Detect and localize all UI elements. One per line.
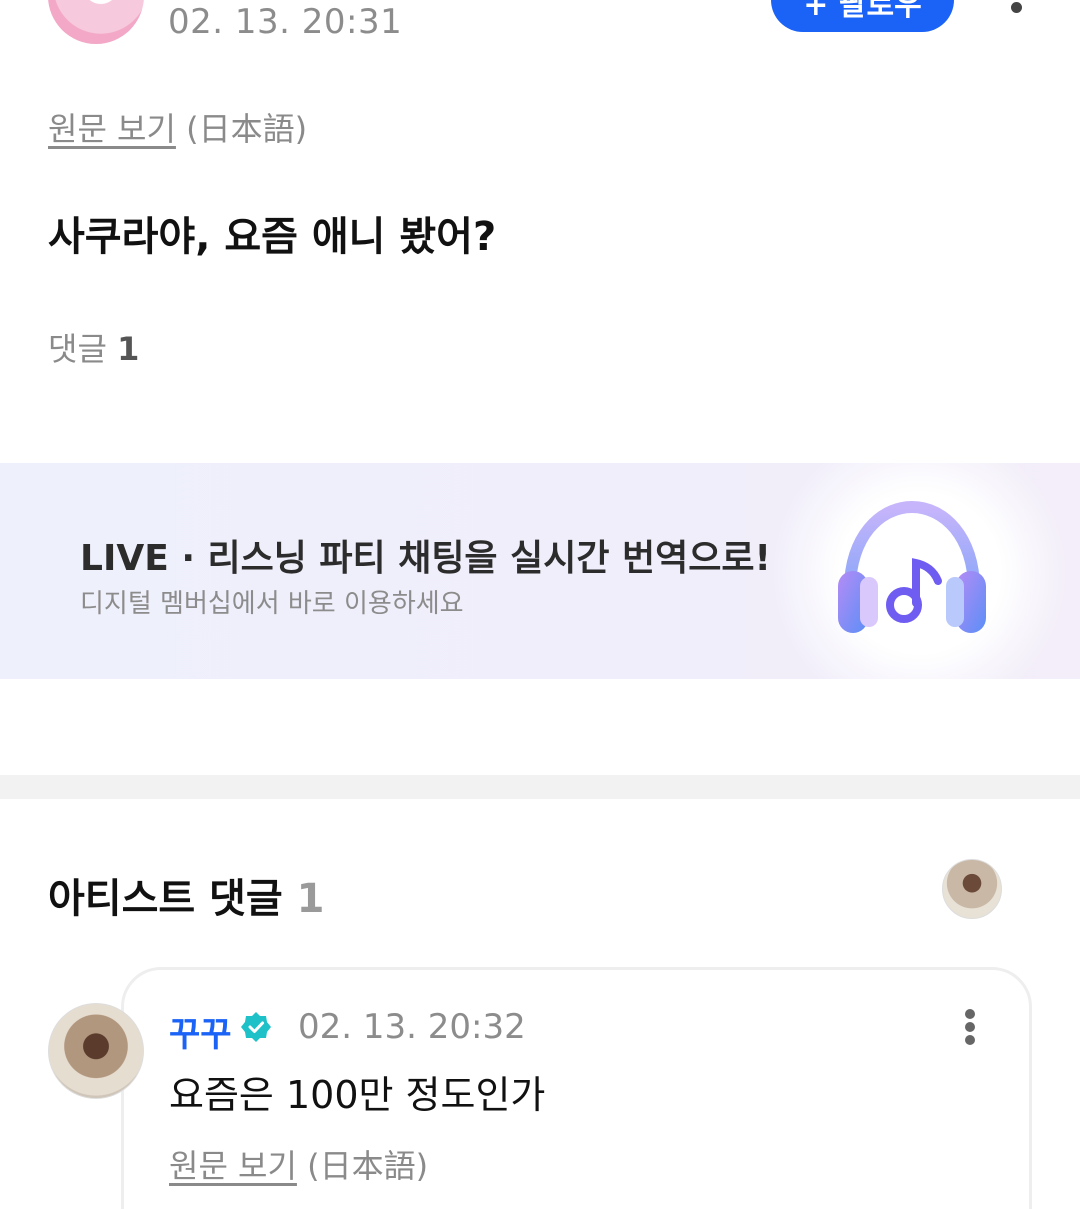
commenter-name[interactable]: 꾸꾸 (169, 1007, 232, 1056)
follow-button[interactable]: + 팔로우 (771, 0, 954, 32)
comment-count-value: 1 (117, 330, 140, 368)
artist-comments-count: 1 (296, 876, 325, 922)
artist-avatar-thumb[interactable] (942, 859, 1002, 919)
comment-label: 댓글 (48, 330, 107, 368)
banner-title: LIVE · 리스닝 파티 채팅을 실시간 번역으로! (80, 538, 771, 579)
artist-comments-label: 아티스트 댓글 (48, 876, 283, 922)
view-original-label[interactable]: 원문 보기 (48, 110, 176, 148)
comment-original-language: (日本語) (307, 1147, 429, 1185)
artist-comments-title: 아티스트 댓글 1 (48, 866, 325, 924)
author-avatar[interactable] (48, 0, 144, 44)
banner-subtitle: 디지털 멤버십에서 바로 이용하세요 (80, 589, 464, 619)
headphones-music-icon (838, 500, 986, 633)
comment-date: 02. 13. 20:32 (298, 1007, 526, 1047)
comment-count[interactable]: 댓글 1 (48, 324, 139, 370)
verified-badge-icon (241, 1012, 271, 1042)
view-original-link[interactable]: 원문 보기 (日本語) (48, 104, 307, 150)
comment-body: 요즘은 100만 정도인가 (169, 1073, 546, 1117)
comment-view-original-link[interactable]: 원문 보기 (日本語) (169, 1141, 428, 1187)
post-body: 사쿠라야, 요즘 애니 봤어? (48, 214, 497, 260)
commenter-avatar[interactable] (48, 1003, 144, 1099)
original-language: (日本語) (186, 110, 308, 148)
section-divider (0, 775, 1080, 799)
comment-view-original-label[interactable]: 원문 보기 (169, 1147, 297, 1185)
promo-banner[interactable]: LIVE · 리스닝 파티 채팅을 실시간 번역으로! 디지털 멤버십에서 바로… (0, 463, 1080, 679)
more-options-icon[interactable] (1005, 0, 1029, 24)
post-date: 02. 13. 20:31 (168, 2, 403, 42)
comment-more-icon[interactable] (960, 1007, 980, 1047)
